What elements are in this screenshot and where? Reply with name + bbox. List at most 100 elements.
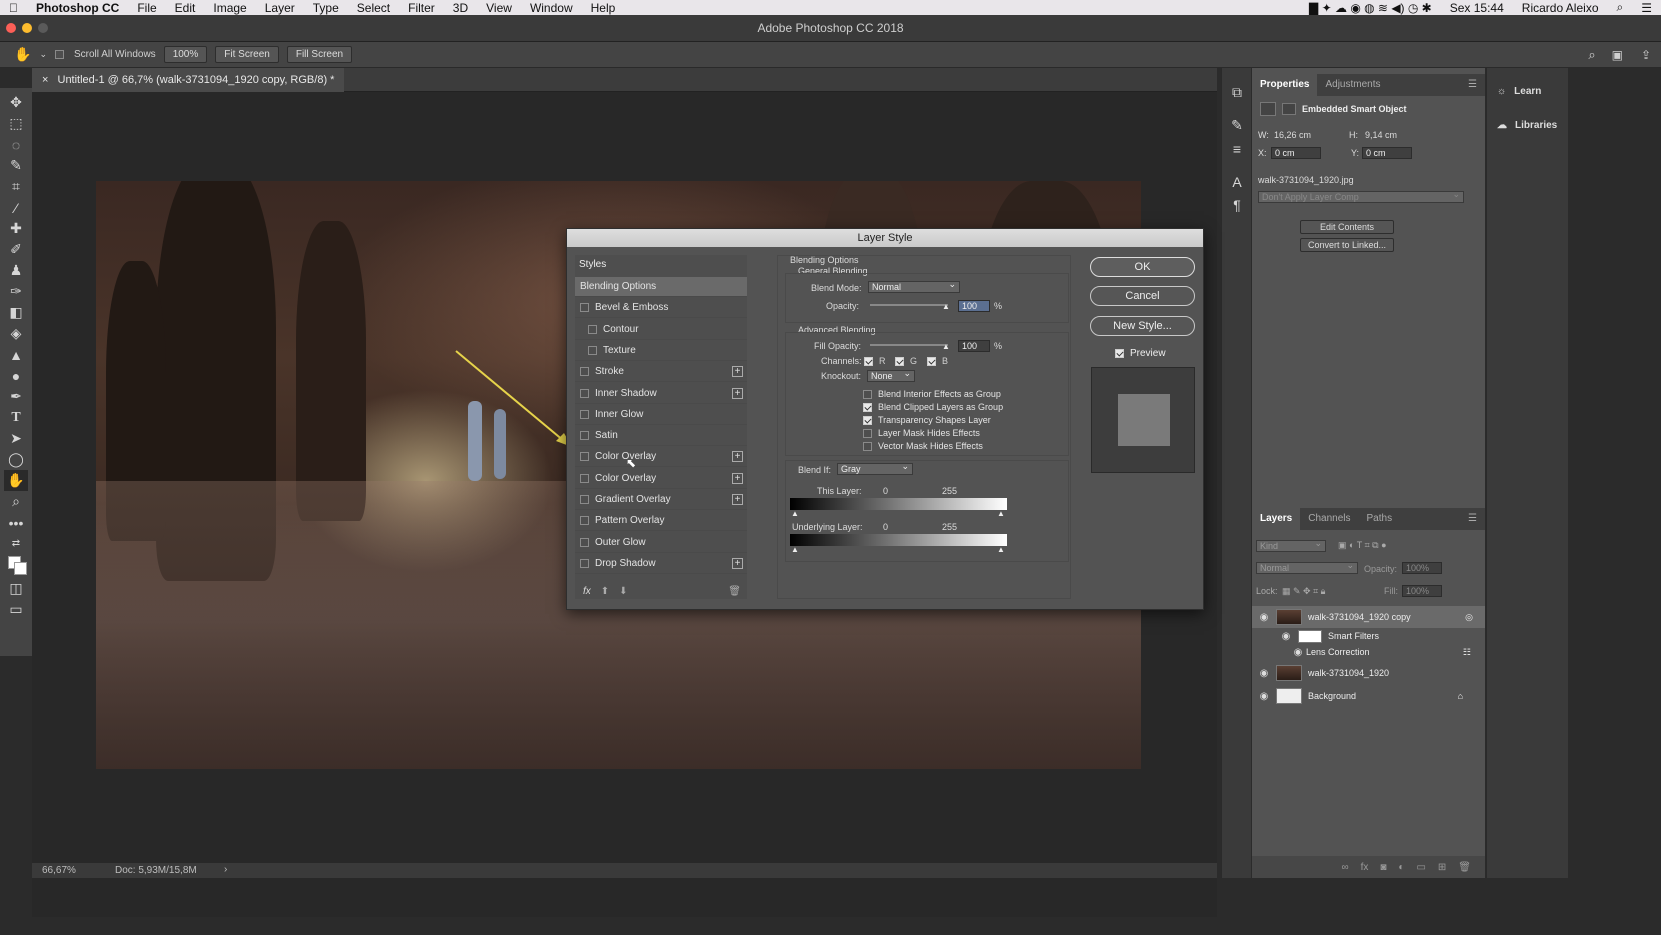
eraser-tool-icon[interactable]: ◧ bbox=[4, 302, 28, 323]
hand-tool-icon-active[interactable]: ✋ bbox=[4, 470, 28, 491]
delete-layer-icon[interactable]: 🗑︎ bbox=[1458, 862, 1471, 873]
fit-screen-button[interactable]: Fit Screen bbox=[215, 46, 279, 63]
underlying-gradient[interactable] bbox=[790, 534, 1007, 546]
tool-preset-chevron-icon[interactable]: ⌄ bbox=[39, 49, 47, 60]
style-checkbox[interactable] bbox=[580, 367, 589, 377]
path-select-tool-icon[interactable]: ➤ bbox=[4, 428, 28, 449]
opacity-slider-handle-icon[interactable]: ▲ bbox=[942, 302, 950, 311]
menu-3d[interactable]: 3D bbox=[444, 1, 477, 15]
close-window-button[interactable] bbox=[6, 23, 16, 33]
add-mask-icon[interactable]: ◙ bbox=[1380, 862, 1386, 873]
tab-properties[interactable]: Properties bbox=[1252, 74, 1318, 96]
advanced-option-layer-mask-hides-effects[interactable]: Layer Mask Hides Effects bbox=[863, 428, 980, 438]
advanced-option-checkbox[interactable] bbox=[863, 428, 872, 438]
visibility-eye-icon[interactable]: ◉ bbox=[1252, 668, 1276, 679]
style-item-color-overlay[interactable]: Color Overlay + bbox=[575, 469, 747, 489]
quick-select-tool-icon[interactable]: ✎ bbox=[4, 155, 28, 176]
preview-toggle[interactable]: Preview bbox=[1115, 348, 1166, 359]
add-instance-icon[interactable]: + bbox=[732, 494, 743, 505]
visibility-eye-icon[interactable]: ◉ bbox=[1252, 612, 1276, 623]
layer-blend-select[interactable]: Normal bbox=[1256, 560, 1358, 574]
opacity-slider[interactable] bbox=[870, 304, 948, 306]
swap-colors-icon[interactable]: ⇄ bbox=[4, 533, 28, 554]
advanced-option-blend-interior-effects-as-group[interactable]: Blend Interior Effects as Group bbox=[863, 389, 1001, 399]
channel-g[interactable]: G bbox=[895, 356, 917, 366]
style-checkbox[interactable] bbox=[580, 537, 589, 547]
layer-name-background[interactable]: Background bbox=[1308, 691, 1356, 701]
add-instance-icon[interactable]: + bbox=[732, 557, 743, 569]
style-item-contour[interactable]: Contour bbox=[575, 320, 747, 340]
lens-correction-row[interactable]: ◉ Lens Correction ☷ bbox=[1252, 644, 1485, 660]
crop-tool-icon[interactable]: ⌗ bbox=[4, 176, 28, 197]
style-checkbox[interactable] bbox=[580, 431, 589, 441]
tab-channels[interactable]: Channels bbox=[1300, 508, 1358, 530]
w-value[interactable]: 16,26 cm bbox=[1274, 130, 1311, 140]
menu-view[interactable]: View bbox=[477, 1, 521, 15]
tab-layers[interactable]: Layers bbox=[1252, 508, 1301, 530]
zoom-level[interactable]: 66,67% bbox=[42, 865, 76, 876]
tab-paths[interactable]: Paths bbox=[1359, 508, 1401, 530]
underlying-white-handle-icon[interactable]: ▲ bbox=[997, 545, 1005, 554]
channel-r-checkbox[interactable] bbox=[864, 356, 873, 366]
channel-b[interactable]: B bbox=[927, 356, 948, 366]
tab-adjustments[interactable]: Adjustments bbox=[1317, 74, 1388, 96]
add-instance-icon[interactable]: + bbox=[732, 451, 743, 463]
share-icon[interactable]: ⇪ bbox=[1641, 48, 1651, 62]
menu-user[interactable]: Ricardo Aleixo bbox=[1513, 1, 1608, 15]
fill-opacity-field[interactable]: 100 bbox=[958, 340, 990, 352]
lasso-tool-icon[interactable]: ◌ bbox=[4, 134, 28, 155]
filter-options-icon[interactable]: ☷ bbox=[1463, 647, 1471, 658]
adjust-panel-icon[interactable]: ≡ bbox=[1225, 138, 1249, 159]
move-down-icon[interactable]: ⬇ bbox=[619, 586, 627, 597]
eyedropper-tool-icon[interactable]: ⁄ bbox=[4, 197, 28, 218]
paragraph-panel-icon[interactable]: ¶ bbox=[1225, 194, 1249, 215]
menu-image[interactable]: Image bbox=[204, 1, 255, 15]
smart-filters-row[interactable]: ◉ Smart Filters bbox=[1252, 628, 1485, 644]
style-item-texture[interactable]: Texture bbox=[575, 341, 747, 361]
more-tools-icon[interactable]: ••• bbox=[4, 512, 28, 533]
style-item-color-overlay[interactable]: Color Overlay + bbox=[575, 447, 747, 468]
document-tab[interactable]: × Untitled-1 @ 66,7% (walk-3731094_1920 … bbox=[32, 68, 345, 92]
brush-tool-icon[interactable]: ✐ bbox=[4, 239, 28, 260]
knockout-select[interactable]: None bbox=[867, 368, 915, 382]
dodge-tool-icon[interactable]: ● bbox=[4, 365, 28, 386]
style-item-drop-shadow[interactable]: Drop Shadow + bbox=[575, 554, 747, 574]
style-item-pattern-overlay[interactable]: Pattern Overlay bbox=[575, 511, 747, 532]
layer-filter-icons[interactable]: ▣ ◐ T ⌗ ⧉ ● bbox=[1338, 540, 1387, 551]
y-field[interactable]: 0 cm bbox=[1362, 147, 1412, 159]
layer-name-copy[interactable]: walk-3731094_1920 copy bbox=[1308, 612, 1411, 622]
style-item-blending-options[interactable]: Blending Options bbox=[575, 277, 747, 297]
menu-file[interactable]: File bbox=[128, 1, 165, 15]
fx-button[interactable]: fx bbox=[583, 586, 591, 597]
menu-edit[interactable]: Edit bbox=[166, 1, 205, 15]
panel-menu-icon[interactable]: ☰ bbox=[1460, 74, 1485, 96]
brush-panel-icon[interactable]: ✎ bbox=[1225, 115, 1249, 136]
menu-help[interactable]: Help bbox=[582, 1, 625, 15]
style-item-gradient-overlay[interactable]: Gradient Overlay + bbox=[575, 490, 747, 510]
move-up-icon[interactable]: ⬆ bbox=[601, 586, 609, 597]
libraries-button[interactable]: ☁ Libraries bbox=[1497, 120, 1557, 131]
menu-select[interactable]: Select bbox=[348, 1, 399, 15]
layers-menu-icon[interactable]: ☰ bbox=[1460, 508, 1485, 530]
style-checkbox[interactable] bbox=[588, 345, 597, 355]
layer-comp-select[interactable]: Don't Apply Layer Comp bbox=[1258, 189, 1464, 203]
layer-row-copy[interactable]: ◉ walk-3731094_1920 copy ◎ bbox=[1252, 606, 1485, 628]
this-layer-black-handle-icon[interactable]: ▲ bbox=[791, 509, 799, 518]
spotlight-icon[interactable]: ⌕ bbox=[1608, 0, 1633, 15]
style-checkbox[interactable] bbox=[580, 388, 589, 398]
learn-button[interactable]: ☼ Learn bbox=[1497, 86, 1541, 97]
advanced-option-vector-mask-hides-effects[interactable]: Vector Mask Hides Effects bbox=[863, 441, 983, 451]
new-layer-icon[interactable]: ⊞ bbox=[1438, 862, 1446, 873]
this-layer-gradient[interactable] bbox=[790, 498, 1007, 510]
advanced-option-checkbox[interactable] bbox=[863, 441, 872, 451]
quick-mask-icon[interactable]: ◫ bbox=[4, 578, 28, 599]
advanced-option-checkbox[interactable] bbox=[863, 402, 872, 412]
edit-contents-button[interactable]: Edit Contents bbox=[1300, 220, 1394, 234]
menu-filter[interactable]: Filter bbox=[399, 1, 444, 15]
channel-b-checkbox[interactable] bbox=[927, 356, 936, 366]
style-checkbox[interactable] bbox=[580, 452, 589, 462]
advanced-option-checkbox[interactable] bbox=[863, 389, 872, 399]
style-item-satin[interactable]: Satin bbox=[575, 426, 747, 447]
convert-linked-button[interactable]: Convert to Linked... bbox=[1300, 238, 1394, 252]
style-item-inner-glow[interactable]: Inner Glow bbox=[575, 405, 747, 425]
